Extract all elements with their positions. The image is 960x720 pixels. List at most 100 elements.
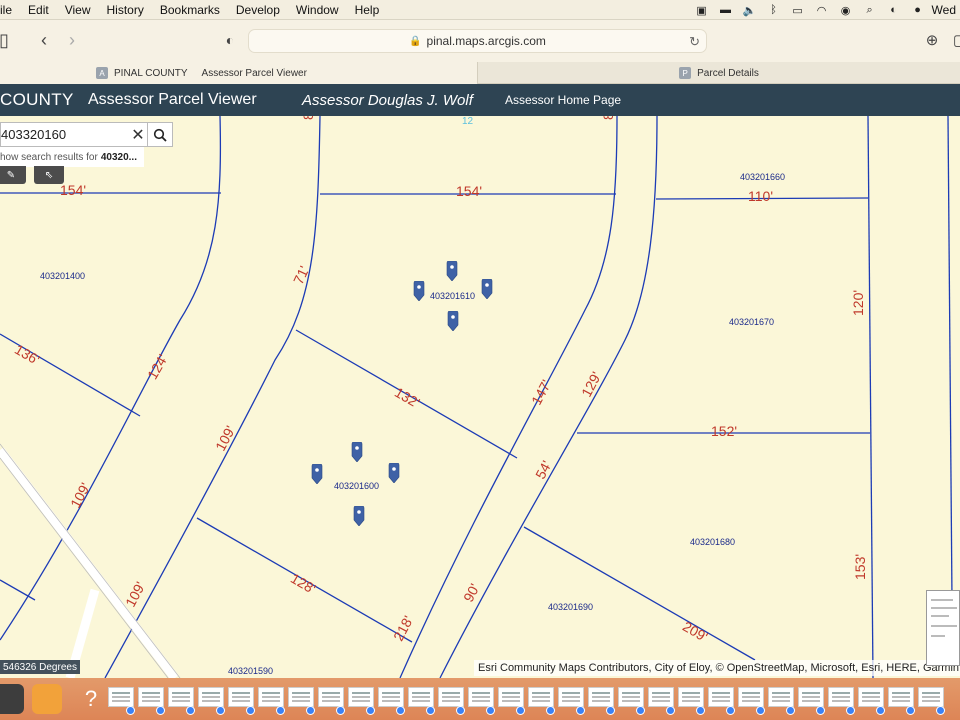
search-icon[interactable]: ⌕ <box>858 0 882 20</box>
dock-window-thumbnail[interactable] <box>438 687 464 707</box>
dock-window-thumbnail[interactable] <box>198 687 224 707</box>
dock-window-thumbnail[interactable] <box>348 687 374 707</box>
assessor-home-link[interactable]: Assessor Home Page <box>505 93 621 107</box>
user-icon[interactable]: ◉ <box>834 0 858 20</box>
dimension-label: 8 <box>600 116 616 120</box>
dock-window-thumbnail[interactable] <box>168 687 194 707</box>
screen-mirror-icon[interactable]: ▣ <box>690 0 714 20</box>
menu-view[interactable]: View <box>57 3 99 17</box>
screenshot-thumbnail[interactable] <box>926 590 960 666</box>
volume-icon[interactable]: 🔈 <box>738 0 762 20</box>
display-icon[interactable]: ▬ <box>714 0 738 20</box>
draw-tool-button[interactable]: ✎ <box>0 166 26 184</box>
tab-favicon: P <box>679 67 692 79</box>
dock-window-thumbnail[interactable] <box>768 687 794 707</box>
status-area: ▣ ▬ 🔈 ᛒ ▭ ◠ ◉ ⌕ ◐ ● Wed <box>690 0 960 20</box>
parcel-id-label[interactable]: 403201590 <box>228 666 273 676</box>
county-title: COUNTY <box>0 90 74 109</box>
dock-window-thumbnail[interactable] <box>558 687 584 707</box>
menu-develop[interactable]: Develop <box>228 3 288 17</box>
dock-window-thumbnail[interactable] <box>408 687 434 707</box>
tab-parcel-details[interactable]: P Parcel Details <box>477 62 960 84</box>
parcel-id-label[interactable]: 403201680 <box>690 537 735 547</box>
dock-window-thumbnail[interactable] <box>258 687 284 707</box>
reload-icon[interactable]: ↻ <box>689 34 700 50</box>
dock-app-badge <box>306 706 315 715</box>
dock-window-thumbnail[interactable] <box>498 687 524 707</box>
dock-window-thumbnail[interactable] <box>798 687 824 707</box>
dock-window-thumbnail[interactable] <box>678 687 704 707</box>
dock-window-thumbnail[interactable] <box>468 687 494 707</box>
dock-app-badge <box>936 706 945 715</box>
search-input[interactable] <box>1 123 129 146</box>
parcel-id-label[interactable]: 403201670 <box>729 317 774 327</box>
dock-window-thumbnail[interactable] <box>648 687 674 707</box>
map-pin-icon[interactable] <box>446 261 458 281</box>
dock-app-badge <box>366 706 375 715</box>
dock-window-thumbnail[interactable] <box>378 687 404 707</box>
dock-window-thumbnail[interactable] <box>528 687 554 707</box>
dock-window-thumbnail[interactable] <box>108 687 134 707</box>
parcel-id-label[interactable]: 403201690 <box>548 602 593 612</box>
menu-file[interactable]: ile <box>0 3 20 17</box>
parcel-id-label[interactable]: 403201600 <box>334 481 379 491</box>
clear-search-icon[interactable]: ✕ <box>129 125 147 145</box>
map-pin-icon[interactable] <box>353 506 365 526</box>
help-icon[interactable]: ? <box>76 684 106 714</box>
select-tool-button[interactable]: ⇖ <box>34 166 64 184</box>
dock-window-thumbnail[interactable] <box>708 687 734 707</box>
address-bar[interactable]: 🔒 pinal.maps.arcgis.com ↻ <box>248 29 707 53</box>
tab-parcel-viewer[interactable]: A PINAL COUNTY Assessor Parcel Viewer <box>0 62 477 84</box>
dock-window-thumbnail[interactable] <box>918 687 944 707</box>
map-pin-icon[interactable] <box>413 281 425 301</box>
dock-window-thumbnail[interactable] <box>228 687 254 707</box>
map-pin-icon[interactable] <box>351 442 363 462</box>
pencil-app-icon[interactable] <box>32 684 62 714</box>
dock-window-thumbnail[interactable] <box>858 687 884 707</box>
share-icon[interactable]: ▢ <box>948 28 960 52</box>
back-icon[interactable]: ‹ <box>32 28 56 52</box>
menu-window[interactable]: Window <box>288 3 347 17</box>
siri-icon[interactable]: ● <box>906 0 930 20</box>
dock-app-badge <box>486 706 495 715</box>
map-pin-icon[interactable] <box>447 311 459 331</box>
bluetooth-icon[interactable]: ᛒ <box>762 0 786 20</box>
parcel-id-label[interactable]: 403201400 <box>40 271 85 281</box>
dock-window-thumbnail[interactable] <box>588 687 614 707</box>
privacy-shield-icon[interactable]: ◐ <box>218 28 242 52</box>
menu-history[interactable]: History <box>99 3 152 17</box>
menu-help[interactable]: Help <box>347 3 388 17</box>
search-suggestion[interactable]: how search results for 40320... <box>0 147 144 167</box>
dock-window-thumbnail[interactable] <box>888 687 914 707</box>
menu-bookmarks[interactable]: Bookmarks <box>152 3 228 17</box>
dock-window-thumbnail[interactable] <box>318 687 344 707</box>
dock-app-badge <box>126 706 135 715</box>
dock-window-thumbnail[interactable] <box>288 687 314 707</box>
sidebar-icon[interactable]: ▯ <box>0 28 16 52</box>
map-pin-icon[interactable] <box>311 464 323 484</box>
menu-bar: ile Edit View History Bookmarks Develop … <box>0 0 960 20</box>
tab-title: PINAL COUNTY <box>114 67 188 79</box>
assessor-name: Assessor Douglas J. Wolf <box>302 91 473 109</box>
dock-window-thumbnail[interactable] <box>738 687 764 707</box>
parcel-map[interactable]: 403201400 403201610 403201600 403201660 4032… <box>0 116 960 678</box>
forward-icon[interactable]: › <box>60 28 84 52</box>
search-button[interactable] <box>147 122 173 147</box>
battery-icon[interactable]: ▭ <box>786 0 810 20</box>
map-pin-icon[interactable] <box>481 279 493 299</box>
finder-icon[interactable] <box>0 684 24 714</box>
suggestion-term: 40320... <box>100 151 137 163</box>
clock[interactable]: Wed <box>930 3 960 17</box>
dock-window-thumbnail[interactable] <box>138 687 164 707</box>
dock-window-thumbnail[interactable] <box>618 687 644 707</box>
menu-edit[interactable]: Edit <box>20 3 57 17</box>
map-pin-icon[interactable] <box>388 463 400 483</box>
control-center-icon[interactable]: ◐ <box>882 0 906 20</box>
parcel-id-label[interactable]: 403201660 <box>740 172 785 182</box>
dimension-label: 152' <box>711 423 738 439</box>
dock-window-thumbnail[interactable] <box>828 687 854 707</box>
download-icon[interactable]: ⊕ <box>920 28 944 52</box>
dock-app-badge <box>756 706 765 715</box>
parcel-id-label[interactable]: 403201610 <box>430 291 475 301</box>
wifi-icon[interactable]: ◠ <box>810 0 834 20</box>
